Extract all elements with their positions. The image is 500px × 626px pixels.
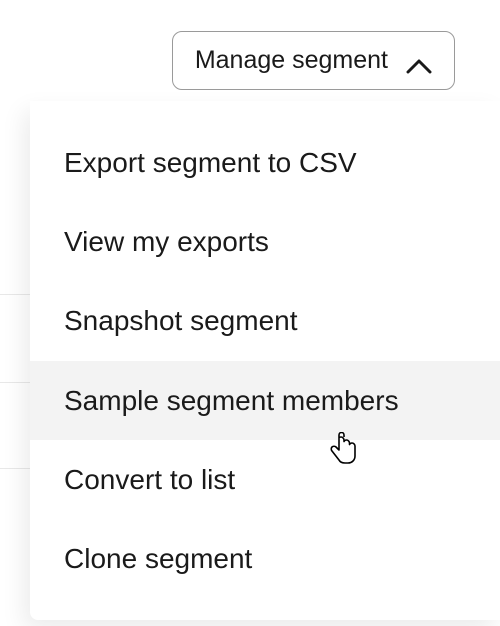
background-separator [0, 382, 32, 383]
chevron-up-icon [406, 53, 432, 69]
background-separator [0, 468, 32, 469]
manage-segment-button[interactable]: Manage segment [172, 31, 455, 90]
background-separator [0, 294, 32, 295]
manage-segment-label: Manage segment [195, 46, 388, 75]
menu-item-export-csv[interactable]: Export segment to CSV [30, 123, 500, 202]
menu-item-convert-to-list[interactable]: Convert to list [30, 440, 500, 519]
menu-item-sample-members[interactable]: Sample segment members [30, 361, 500, 440]
menu-item-clone-segment[interactable]: Clone segment [30, 519, 500, 598]
menu-item-snapshot-segment[interactable]: Snapshot segment [30, 281, 500, 360]
menu-item-view-exports[interactable]: View my exports [30, 202, 500, 281]
manage-segment-dropdown: Export segment to CSV View my exports Sn… [30, 101, 500, 620]
